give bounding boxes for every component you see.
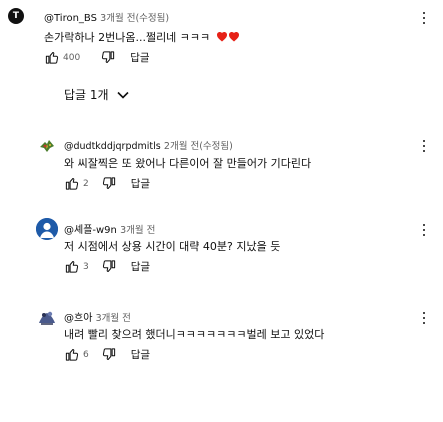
comment-actions: 400 답글 bbox=[44, 50, 150, 65]
comment-actions: 3 답글 bbox=[64, 259, 150, 274]
comment-header: @흐아 3개월 전 bbox=[64, 309, 131, 324]
avatar-initial: T bbox=[12, 11, 20, 21]
reply-label: 답글 bbox=[130, 261, 151, 273]
author-handle[interactable]: @dudtkddjqrpdmitls bbox=[64, 141, 161, 152]
like-count: 3 bbox=[83, 261, 89, 272]
avatar-image bbox=[40, 140, 54, 152]
comment-body: 내려 빨리 찾으려 했더니ㅋㅋㅋㅋㅋㅋㅋ벌레 보고 있었다 bbox=[64, 328, 325, 341]
comment-text: 손가락하나 2번나옴...쩔리네 ㅋㅋㅋ bbox=[44, 29, 240, 45]
like-count: 6 bbox=[83, 349, 89, 360]
reply-item: @흐아 3개월 전 내려 빨리 찾으려 했더니ㅋㅋㅋㅋㅋㅋㅋ벌레 보고 있었다 … bbox=[0, 296, 443, 372]
dislike-button[interactable] bbox=[101, 176, 117, 191]
heart-icon bbox=[228, 32, 239, 42]
more-vert-icon bbox=[422, 139, 426, 153]
avatar-image bbox=[36, 306, 58, 328]
dislike-icon bbox=[102, 348, 115, 360]
dislike-button[interactable] bbox=[101, 259, 117, 274]
like-count: 400 bbox=[63, 52, 81, 63]
avatar[interactable] bbox=[36, 306, 58, 328]
comment-header: @셰플-w9n 3개월 전 bbox=[64, 221, 155, 236]
reply-button[interactable]: 답글 bbox=[130, 50, 149, 65]
like-count: 2 bbox=[83, 178, 89, 189]
comment-meta: 3개월 전 bbox=[95, 313, 131, 324]
dislike-button[interactable] bbox=[100, 50, 116, 65]
reply-button[interactable]: 답글 bbox=[131, 176, 150, 191]
more-vert-icon bbox=[422, 311, 426, 325]
avatar-image bbox=[36, 218, 58, 240]
like-button[interactable]: 400 bbox=[44, 50, 80, 65]
comment-meta: 2개월 전(수정됨) bbox=[163, 141, 233, 152]
avatar[interactable]: T bbox=[8, 8, 24, 24]
like-button[interactable]: 6 bbox=[64, 347, 89, 362]
author-handle[interactable]: @Tiron_BS bbox=[44, 13, 97, 24]
replies-toggle-button[interactable]: 답글 1개 bbox=[64, 86, 129, 103]
reply-item: @dudtkddjqrpdmitls 2개월 전(수정됨) 와 씨잘찍은 또 왔… bbox=[0, 132, 443, 208]
like-button[interactable]: 3 bbox=[64, 259, 89, 274]
more-vert-icon bbox=[422, 11, 426, 25]
reply-label: 답글 bbox=[130, 52, 150, 64]
author-handle[interactable]: @흐아 bbox=[64, 313, 92, 324]
dislike-button[interactable] bbox=[101, 347, 117, 362]
comment-actions: 6 답글 bbox=[64, 347, 150, 362]
dislike-icon bbox=[102, 177, 115, 189]
chevron-down-icon bbox=[117, 91, 129, 99]
more-options-button[interactable] bbox=[419, 136, 429, 156]
comment-body: 저 시점에서 상용 시간이 대략 40분? 지났을 듯 bbox=[64, 240, 281, 253]
more-options-button[interactable] bbox=[419, 220, 429, 240]
like-icon bbox=[65, 349, 79, 361]
reply-button[interactable]: 답글 bbox=[131, 347, 150, 362]
comment-meta: 3개월 전 bbox=[120, 225, 156, 236]
like-icon bbox=[65, 178, 79, 190]
more-options-button[interactable] bbox=[419, 308, 429, 328]
heart-icon bbox=[216, 32, 227, 42]
comment-thread: T @Tiron_BS 3개월 전(수정됨) 손가락하나 2번나옴...쩔리네 … bbox=[0, 0, 443, 80]
comment-actions: 2 답글 bbox=[64, 176, 150, 191]
avatar[interactable] bbox=[36, 135, 58, 157]
like-icon bbox=[65, 261, 79, 273]
replies-toggle-label: 답글 1개 bbox=[64, 88, 109, 102]
reply-label: 답글 bbox=[130, 178, 151, 190]
author-handle[interactable]: @셰플-w9n bbox=[64, 225, 117, 236]
comment-body: 와 씨잘찍은 또 왔어나 다른이어 잘 만들어가 기다린다 bbox=[64, 157, 312, 170]
dislike-icon bbox=[102, 51, 115, 63]
avatar[interactable] bbox=[36, 218, 58, 240]
comment-body: 손가락하나 2번나옴...쩔리네 ㅋㅋㅋ bbox=[44, 31, 211, 44]
comment-header: @Tiron_BS 3개월 전(수정됨) bbox=[44, 10, 169, 24]
dislike-icon bbox=[102, 260, 115, 272]
more-options-button[interactable] bbox=[419, 8, 429, 28]
like-icon bbox=[45, 52, 59, 64]
reply-label: 답글 bbox=[130, 349, 151, 361]
comment-header: @dudtkddjqrpdmitls 2개월 전(수정됨) bbox=[64, 138, 233, 152]
comment-meta: 3개월 전(수정됨) bbox=[100, 13, 170, 24]
reply-button[interactable]: 답글 bbox=[131, 259, 150, 274]
like-button[interactable]: 2 bbox=[64, 176, 89, 191]
reply-item: @셰플-w9n 3개월 전 저 시점에서 상용 시간이 대략 40분? 지났을 … bbox=[0, 208, 443, 284]
more-vert-icon bbox=[422, 223, 426, 237]
